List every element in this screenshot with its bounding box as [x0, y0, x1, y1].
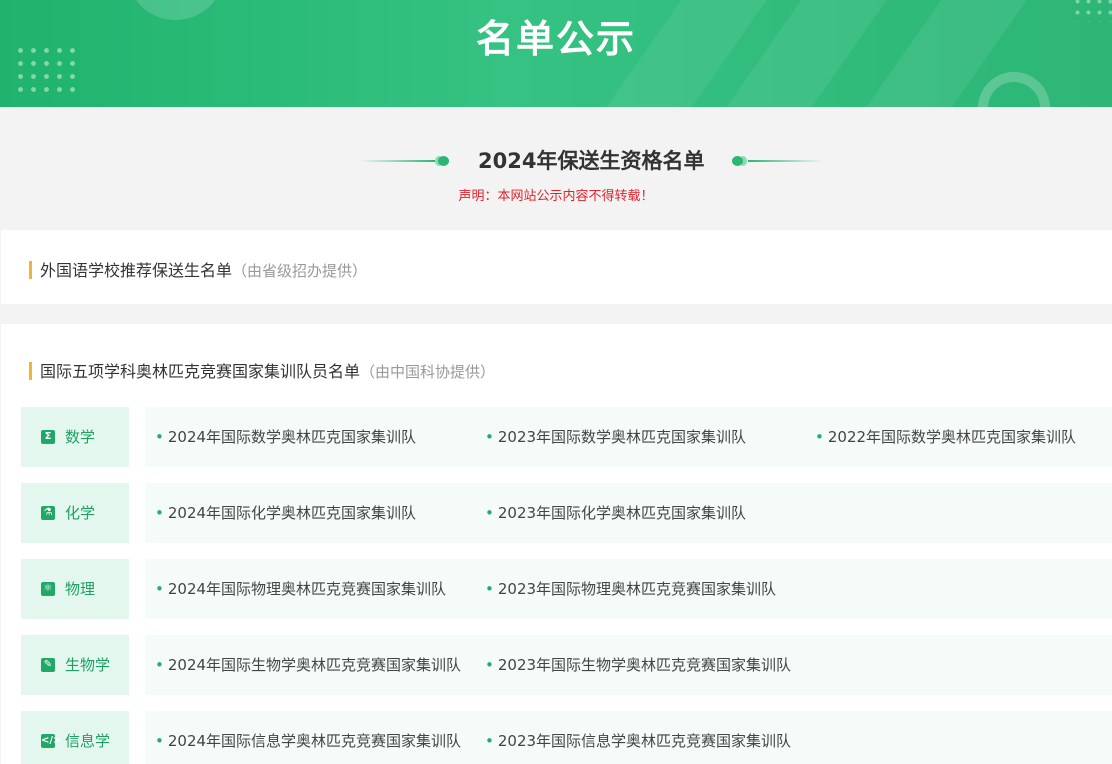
section-title: 2024年保送生资格名单	[478, 149, 705, 173]
subject-label-physics: ⚛ 物理	[21, 559, 129, 619]
code-icon: </>	[41, 734, 62, 748]
list-link[interactable]: 2024年国际信息学奥林匹克竞赛国家集训队	[155, 730, 461, 751]
list-link[interactable]: 2022年国际数学奥林匹克国家集训队	[815, 426, 1076, 447]
subject-row-chemistry: ⚗ 化学 2024年国际化学奥林匹克国家集训队 2023年国际化学奥林匹克国家集…	[21, 483, 1112, 543]
subject-links: 2024年国际信息学奥林匹克竞赛国家集训队 2023年国际信息学奥林匹克竞赛国家…	[145, 711, 1112, 764]
list-link[interactable]: 2024年国际物理奥林匹克竞赛国家集训队	[155, 578, 446, 599]
olympiad-title: 国际五项学科奥林匹克竞赛国家集训队员名单（由中国科协提供）	[29, 358, 495, 382]
leaf-icon: ✎	[41, 658, 55, 672]
olympiad-source: （由中国科协提供）	[360, 363, 496, 381]
banner-title: 名单公示	[475, 17, 636, 61]
list-link[interactable]: 2024年国际化学奥林匹克国家集训队	[155, 502, 416, 523]
list-link[interactable]: 2023年国际化学奥林匹克国家集训队	[485, 502, 746, 523]
title-bar-decoration	[29, 261, 32, 279]
subject-label-chemistry: ⚗ 化学	[21, 483, 129, 543]
list-link[interactable]: 2024年国际生物学奥林匹克竞赛国家集训队	[155, 654, 461, 675]
subject-links: 2024年国际生物学奥林匹克竞赛国家集训队 2023年国际生物学奥林匹克竞赛国家…	[145, 635, 1112, 695]
copyright-notice: 声明：本网站公示内容不得转载！	[458, 189, 654, 204]
list-link[interactable]: 2024年国际数学奥林匹克国家集训队	[155, 426, 416, 447]
list-link[interactable]: 2023年国际生物学奥林匹克竞赛国家集训队	[485, 654, 791, 675]
atom-icon: ⚛	[41, 582, 55, 596]
subject-label-math: Σ 数学	[21, 407, 129, 467]
heading-right-decoration	[732, 156, 823, 166]
section-heading: 2024年保送生资格名单 声明：本网站公示内容不得转载！	[0, 107, 1112, 230]
sigma-icon: Σ	[41, 430, 55, 444]
foreign-school-source: （由省级招办提供）	[232, 262, 368, 280]
title-bar-decoration	[29, 362, 32, 380]
subject-row-physics: ⚛ 物理 2024年国际物理奥林匹克竞赛国家集训队 2023年国际物理奥林匹克竞…	[21, 559, 1112, 619]
subject-label-biology: ✎ 生物学	[21, 635, 129, 695]
page-banner: 名单公示	[0, 0, 1112, 107]
olympiad-card: 国际五项学科奥林匹克竞赛国家集训队员名单（由中国科协提供） Σ 数学 2024年…	[1, 324, 1112, 764]
subject-label-informatics: </> 信息学	[21, 711, 129, 764]
foreign-school-title[interactable]: 外国语学校推荐保送生名单（由省级招办提供）	[29, 257, 367, 281]
flask-icon: ⚗	[41, 506, 55, 520]
subject-links: 2024年国际化学奥林匹克国家集训队 2023年国际化学奥林匹克国家集训队	[145, 483, 1112, 543]
list-link[interactable]: 2023年国际物理奥林匹克竞赛国家集训队	[485, 578, 776, 599]
subject-links: 2024年国际物理奥林匹克竞赛国家集训队 2023年国际物理奥林匹克竞赛国家集训…	[145, 559, 1112, 619]
banner-ring-decoration	[978, 72, 1050, 107]
heading-left-decoration	[360, 156, 450, 166]
list-link[interactable]: 2023年国际数学奥林匹克国家集训队	[485, 426, 746, 447]
subject-row-informatics: </> 信息学 2024年国际信息学奥林匹克竞赛国家集训队 2023年国际信息学…	[21, 711, 1112, 764]
subject-row-math: Σ 数学 2024年国际数学奥林匹克国家集训队 2023年国际数学奥林匹克国家集…	[21, 407, 1112, 467]
list-link[interactable]: 2023年国际信息学奥林匹克竞赛国家集训队	[485, 730, 791, 751]
subject-row-biology: ✎ 生物学 2024年国际生物学奥林匹克竞赛国家集训队 2023年国际生物学奥林…	[21, 635, 1112, 695]
subject-links: 2024年国际数学奥林匹克国家集训队 2023年国际数学奥林匹克国家集训队 20…	[145, 407, 1112, 467]
foreign-school-card: 外国语学校推荐保送生名单（由省级招办提供）	[1, 230, 1112, 304]
